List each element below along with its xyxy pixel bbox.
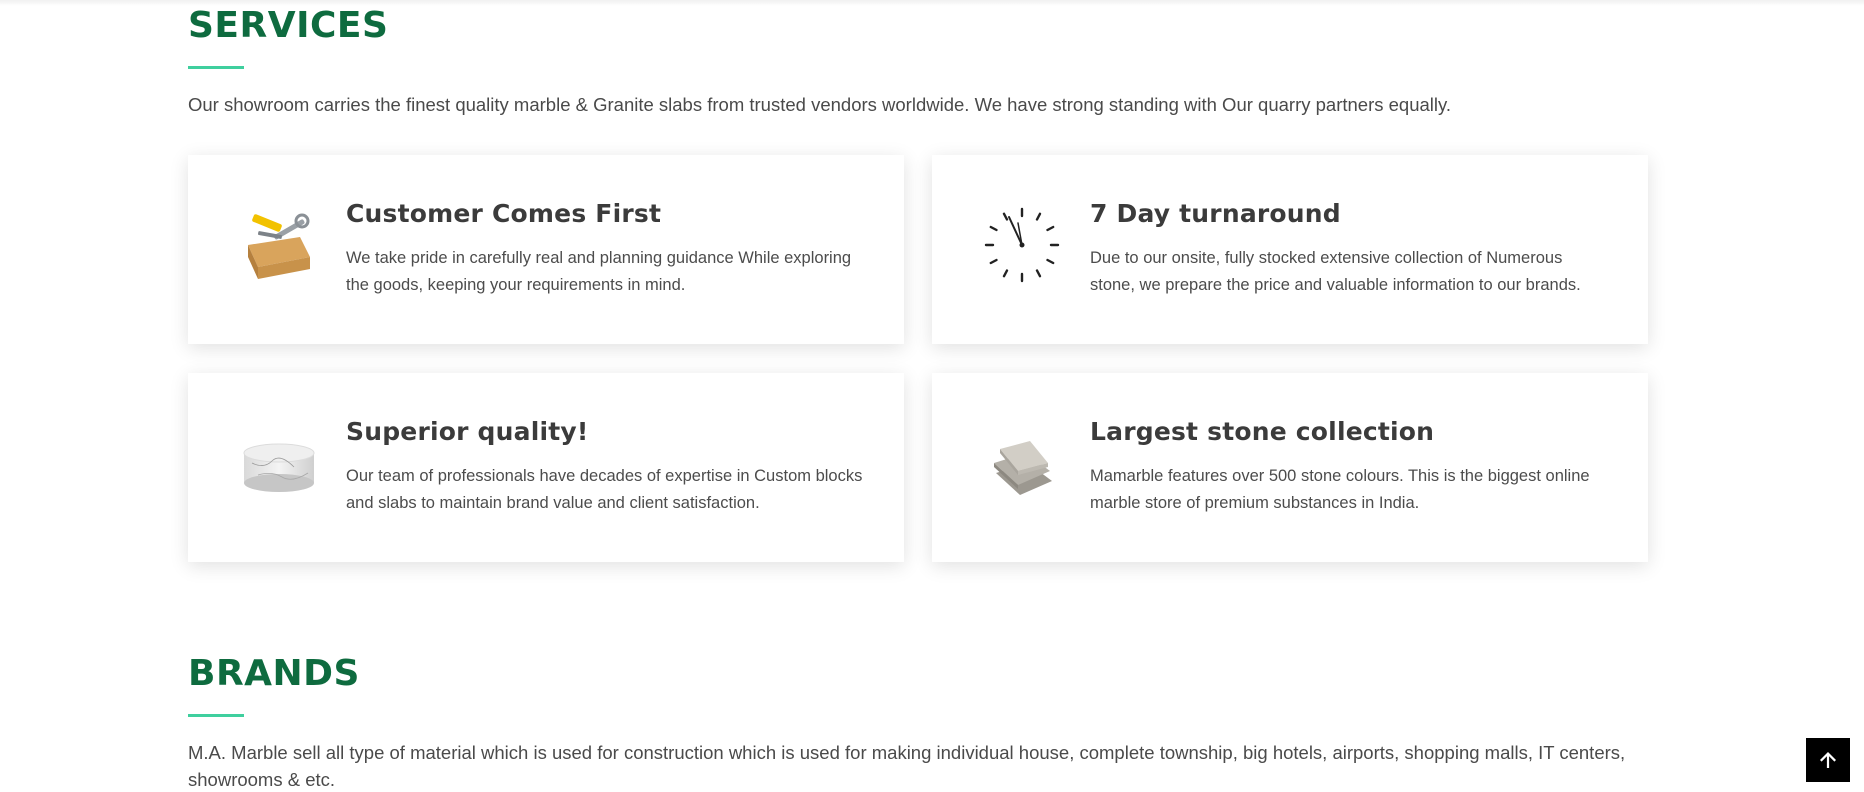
clock-icon [982,205,1062,285]
brands-section: BRANDS M.A. Marble sell all type of mate… [188,656,1648,792]
service-card-turnaround: 7 Day turnaround Due to our onsite, full… [932,155,1648,344]
brands-title: BRANDS [188,653,360,694]
back-to-top-button[interactable] [1806,738,1850,782]
service-card-text: Due to our onsite, fully stocked extensi… [1090,249,1581,294]
stone-tiles-icon [982,423,1062,503]
services-section: SERVICES Our showroom carries the finest… [188,8,1648,118]
arrow-up-icon [1820,752,1836,768]
brands-intro: M.A. Marble sell all type of material wh… [188,742,1626,790]
service-card-title: Customer Comes First [346,199,662,228]
toolbox-icon [238,205,318,285]
service-card-customer-first: Customer Comes First We take pride in ca… [188,155,904,344]
marble-block-icon [238,423,318,503]
service-card-text: We take pride in carefully real and plan… [346,249,852,294]
service-card-quality: Superior quality! Our team of profession… [188,373,904,562]
services-intro: Our showroom carries the finest quality … [188,94,1452,115]
service-card-title: Superior quality! [346,417,589,446]
service-card-title: 7 Day turnaround [1090,199,1341,228]
service-card-text: Mamarble features over 500 stone colours… [1090,467,1590,512]
service-card-title: Largest stone collection [1090,417,1435,446]
service-card-collection: Largest stone collection Mamarble featur… [932,373,1648,562]
services-title: SERVICES [188,5,389,46]
services-title-underline [188,66,244,69]
service-card-text: Our team of professionals have decades o… [346,467,863,512]
brands-title-underline [188,714,244,717]
